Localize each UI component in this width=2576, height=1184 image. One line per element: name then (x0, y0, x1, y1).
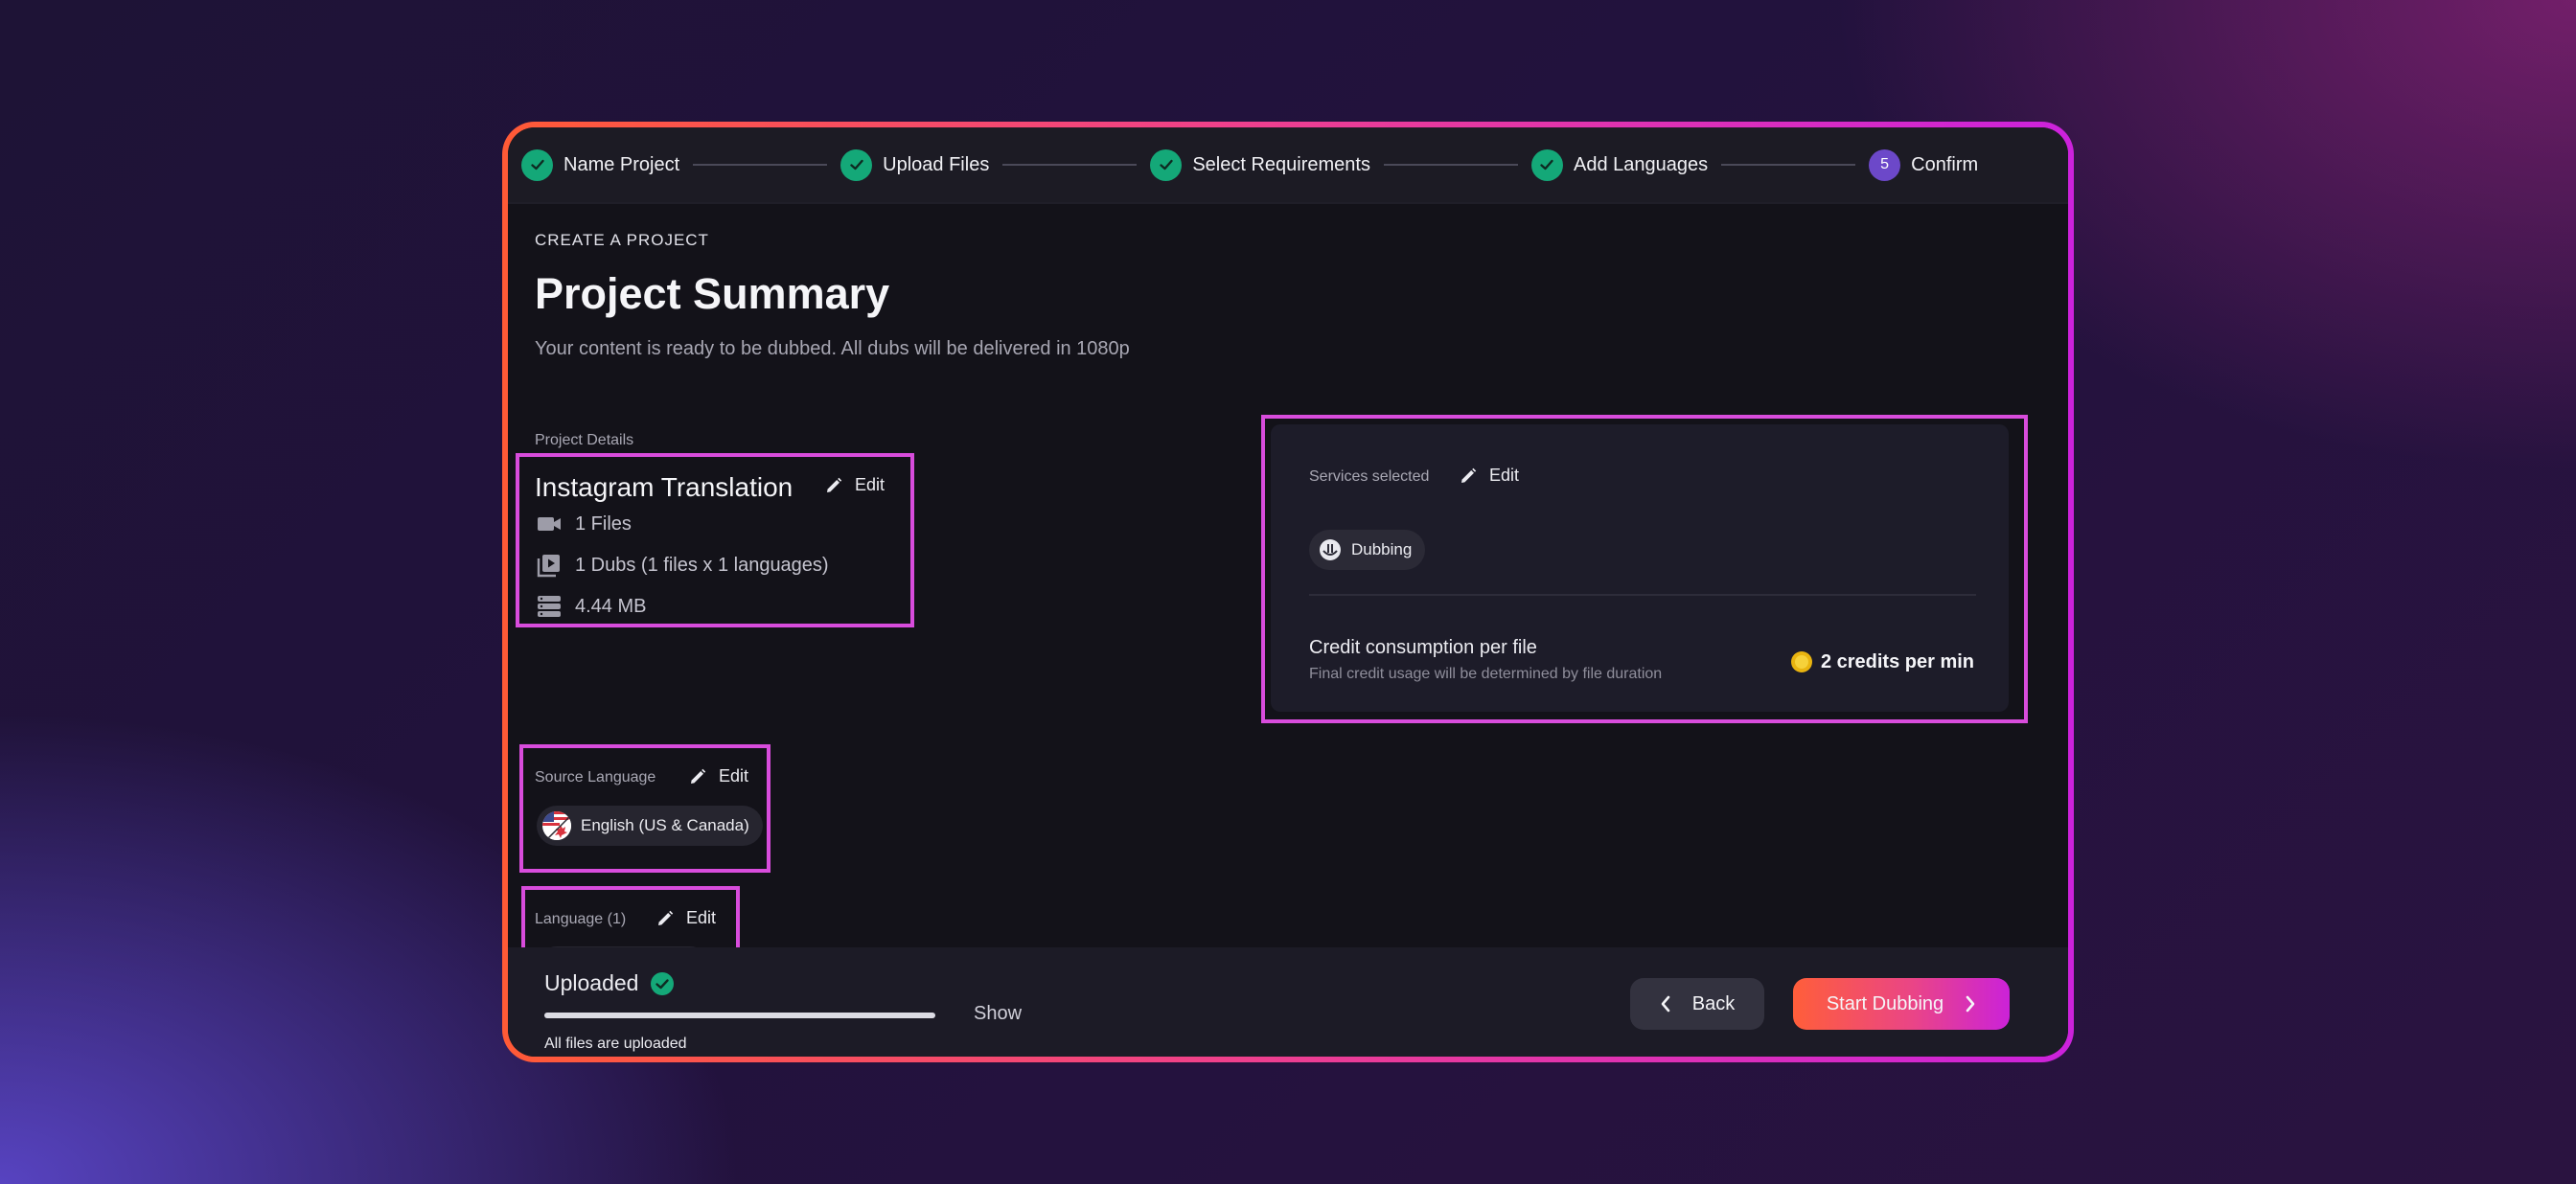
upload-progress-bar (544, 1013, 935, 1018)
source-language-label: Source Language (535, 769, 656, 786)
storage-icon (537, 595, 562, 618)
step-select-requirements[interactable]: Select Requirements (1150, 148, 1370, 181)
step-label: Select Requirements (1192, 153, 1370, 175)
step-upload-files[interactable]: Upload Files (840, 148, 990, 181)
step-connector (1383, 164, 1518, 166)
show-uploads-button[interactable]: Show (974, 1003, 1022, 1025)
check-icon (1530, 148, 1563, 181)
step-name-project[interactable]: Name Project (521, 148, 680, 181)
edit-label: Edit (719, 766, 749, 786)
summary-content: CREATE A PROJECT Project Summary Your co… (508, 204, 2068, 1018)
check-icon (840, 148, 873, 181)
dubs-count-row: 1 Dubs (1 files x 1 languages) (537, 554, 829, 578)
files-count: 1 Files (575, 512, 632, 535)
upload-note: All files are uploaded (544, 1036, 687, 1052)
eyebrow-label: CREATE A PROJECT (535, 231, 709, 249)
step-label: Upload Files (883, 153, 990, 175)
dubs-count: 1 Dubs (1 files x 1 languages) (575, 554, 829, 576)
page-title: Project Summary (535, 269, 890, 318)
video-library-icon (537, 554, 562, 578)
pencil-icon (691, 768, 706, 784)
wizard-footer: Uploaded Show All files are uploaded Bac… (508, 947, 2068, 1057)
pencil-icon (827, 477, 842, 492)
step-number: 5 (1869, 148, 1901, 181)
edit-target-languages-button[interactable]: Edit (656, 908, 716, 928)
step-label: Confirm (1911, 153, 1979, 175)
step-connector (693, 164, 828, 166)
step-connector (1002, 164, 1138, 166)
step-confirm[interactable]: 5 Confirm (1869, 148, 1979, 181)
page-subtitle: Your content is ready to be dubbed. All … (535, 338, 1130, 359)
edit-project-name-button[interactable]: Edit (824, 475, 885, 495)
back-label: Back (1691, 992, 1736, 1014)
file-size-row: 4.44 MB (537, 595, 646, 618)
check-icon (521, 148, 553, 181)
services-highlight (1261, 415, 2028, 723)
edit-label: Edit (686, 908, 717, 927)
files-count-row: 1 Files (537, 512, 632, 535)
upload-progress-fill (544, 1013, 935, 1018)
project-wizard-window: Name Project Upload Files Select Require… (508, 127, 2068, 1057)
edit-label: Edit (855, 475, 886, 494)
back-button[interactable]: Back (1630, 978, 1764, 1030)
pencil-icon (658, 910, 674, 925)
target-languages-label: Language (1) (535, 911, 627, 927)
check-icon (1150, 148, 1183, 181)
project-name: Instagram Translation (535, 472, 794, 502)
file-size: 4.44 MB (575, 595, 647, 617)
upload-status-label: Uploaded (544, 970, 639, 995)
upload-status: Uploaded (544, 970, 675, 996)
us-canada-flag-icon (542, 811, 571, 840)
chevron-left-icon (1661, 995, 1670, 1013)
verified-check-icon (651, 971, 675, 995)
step-add-languages[interactable]: Add Languages (1530, 148, 1709, 181)
start-dubbing-label: Start Dubbing (1826, 992, 1944, 1014)
project-details-label: Project Details (535, 432, 634, 448)
progress-stepper: Name Project Upload Files Select Require… (508, 127, 2068, 204)
step-connector (1721, 164, 1856, 166)
app-frame: Name Project Upload Files Select Require… (502, 122, 2074, 1062)
source-language-value: English (US & Canada) (581, 816, 749, 834)
step-label: Name Project (564, 153, 680, 175)
chevron-right-icon (1966, 995, 1975, 1013)
start-dubbing-button[interactable]: Start Dubbing (1793, 978, 2010, 1030)
step-label: Add Languages (1573, 153, 1709, 175)
video-camera-icon (537, 512, 562, 535)
edit-source-language-button[interactable]: Edit (688, 766, 748, 786)
source-language-chip: English (US & Canada) (537, 806, 763, 846)
